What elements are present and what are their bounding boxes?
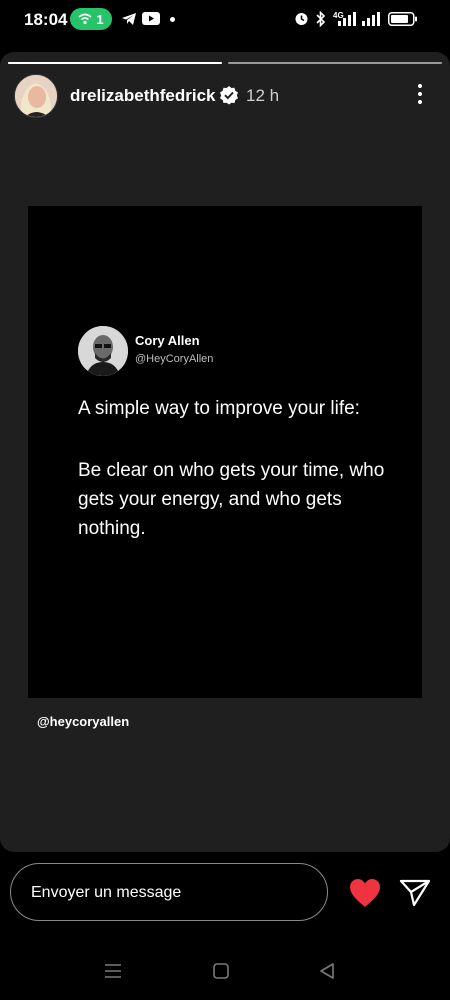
send-icon[interactable] [398, 876, 432, 908]
story-progress-fill [8, 62, 222, 64]
story-viewer[interactable]: drelizabethfedrick 12 h Cory Allen @HeyC… [0, 52, 450, 852]
alarm-icon [295, 13, 308, 25]
youtube-icon [142, 12, 160, 25]
signal-icon [362, 12, 380, 26]
menu-icon[interactable] [104, 962, 122, 980]
status-bar: 18:04 1 4G [0, 0, 450, 42]
post-text-line1: A simple way to improve your life: [78, 398, 360, 419]
telegram-icon [122, 13, 136, 25]
post-text-body: Be clear on who gets your time, who gets… [78, 460, 385, 539]
post-author-handle: @HeyCoryAllen [135, 353, 214, 365]
story-username[interactable]: drelizabethfedrick [70, 86, 216, 106]
home-icon[interactable] [212, 962, 230, 980]
story-progress-bar [8, 62, 222, 64]
more-options-icon[interactable] [408, 82, 432, 110]
notification-dot-icon [170, 17, 175, 22]
back-icon[interactable] [318, 962, 336, 980]
profile-avatar[interactable] [14, 74, 58, 118]
like-heart-icon[interactable] [348, 877, 382, 909]
message-input[interactable]: Envoyer un message [10, 863, 328, 921]
hotspot-count: 1 [96, 11, 104, 27]
story-time: 12 h [246, 86, 280, 105]
mention-sticker[interactable]: @heycoryallen [37, 714, 129, 729]
story-post: Cory Allen @HeyCoryAllen A simple way to… [28, 206, 422, 698]
signal-icon [338, 12, 356, 26]
author-photo [78, 326, 128, 376]
post-author-avatar [78, 326, 128, 376]
message-placeholder: Envoyer un message [31, 884, 182, 901]
verified-badge-icon [220, 86, 238, 105]
status-time: 18:04 [24, 10, 68, 29]
post-author-name: Cory Allen [135, 333, 200, 348]
avatar-image [15, 75, 57, 117]
battery-icon [388, 12, 417, 26]
hotspot-badge: 1 [70, 8, 112, 30]
wifi-hotspot-icon [78, 13, 92, 25]
bluetooth-icon [316, 11, 326, 27]
story-progress-bar [228, 62, 442, 64]
